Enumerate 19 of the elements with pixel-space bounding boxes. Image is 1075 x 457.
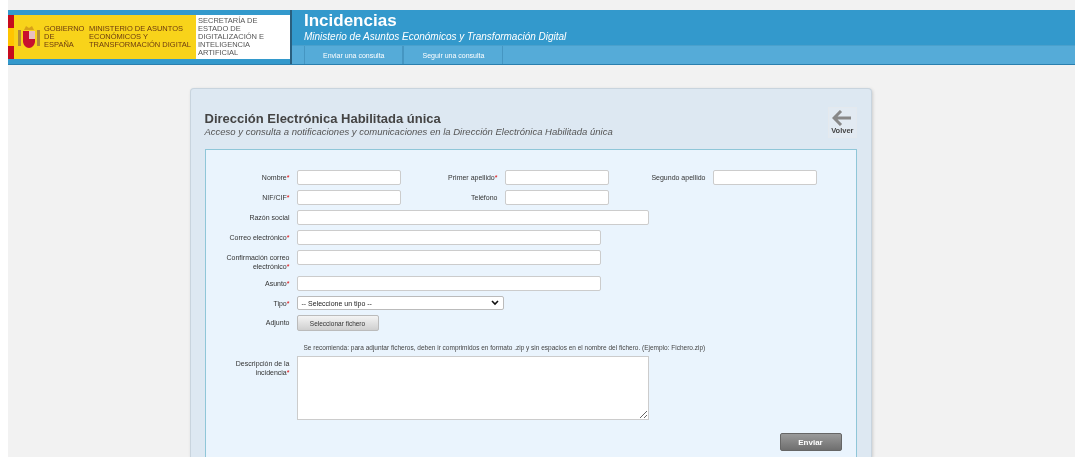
app-subtitle: Ministerio de Asuntos Económicos y Transformación Digital	[304, 30, 568, 43]
text-field[interactable]	[712, 170, 817, 185]
flag-stripe	[8, 15, 14, 59]
text-field[interactable]	[296, 170, 401, 185]
submit-button[interactable]: Enviar	[779, 433, 842, 451]
text-field[interactable]	[296, 276, 601, 291]
card-subtitle: Acceso y consulta a notificaciones y comunicaciones en la Dirección Electrónica Habilitada única	[204, 126, 613, 137]
chevron-down-icon	[490, 300, 499, 306]
app-title: Incidencias	[304, 12, 398, 30]
text-field[interactable]	[296, 190, 401, 205]
text-field[interactable]	[504, 190, 609, 205]
text-field[interactable]	[296, 210, 649, 225]
description-field[interactable]	[296, 356, 649, 420]
coat-of-arms-icon	[17, 24, 41, 50]
arrow-left-icon	[832, 110, 853, 126]
text-field[interactable]	[296, 250, 601, 265]
card-title: Dirección Electrónica Habilitada única	[204, 111, 442, 126]
text-field[interactable]	[504, 170, 609, 185]
text-field[interactable]	[296, 230, 601, 245]
